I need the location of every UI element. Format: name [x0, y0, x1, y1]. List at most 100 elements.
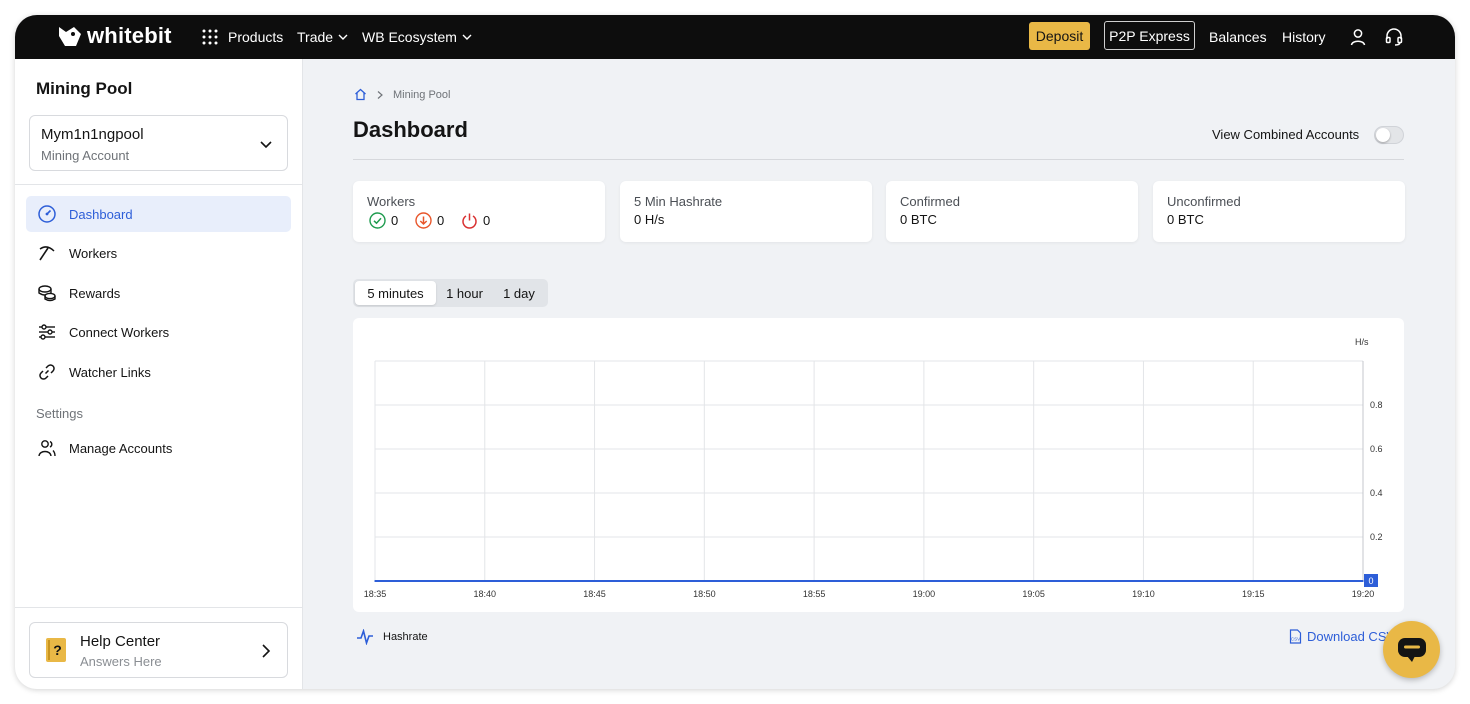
chevron-down-icon: [260, 141, 272, 149]
sidebar-item-label: Watcher Links: [69, 364, 151, 380]
y-tick-label: 0.2: [1370, 532, 1383, 542]
top-navigation-bar: whitebit Products Trade WB Ecosystem Dep…: [15, 15, 1455, 59]
download-csv-link[interactable]: CSV Download CSV: [1289, 629, 1395, 644]
logo-icon: [59, 27, 81, 46]
last-value-label: 0: [1368, 576, 1373, 586]
help-book-icon: ?: [46, 638, 66, 662]
link-icon: [36, 361, 58, 383]
check-circle-icon: [369, 212, 386, 229]
sidebar-item-label: Connect Workers: [69, 324, 170, 340]
activity-icon: [357, 629, 373, 645]
online-workers-stat: 0: [369, 212, 398, 229]
sidebar-item-watcher-links[interactable]: Watcher Links: [26, 354, 291, 390]
data-point: [703, 580, 706, 582]
sidebar-title: Mining Pool: [36, 79, 133, 98]
unconfirmed-card-value: 0 BTC: [1167, 212, 1204, 227]
home-icon[interactable]: [354, 88, 367, 101]
hashrate-card-label: 5 Min Hashrate: [634, 194, 723, 209]
svg-text:?: ?: [53, 642, 62, 658]
wb-ecosystem-label: WB Ecosystem: [362, 29, 457, 45]
trade-label: Trade: [297, 29, 334, 45]
y-tick-label: 0.6: [1370, 444, 1383, 454]
data-point: [923, 580, 925, 582]
p2p-express-button[interactable]: P2P Express: [1104, 21, 1195, 50]
products-menu[interactable]: Products: [202, 15, 283, 59]
combined-accounts-label: View Combined Accounts: [1212, 127, 1360, 142]
confirmed-card-label: Confirmed: [900, 194, 960, 209]
account-button[interactable]: [1349, 15, 1367, 59]
account-type: Mining Account: [41, 148, 130, 163]
download-csv-label: Download CSV: [1307, 629, 1396, 644]
products-label: Products: [228, 29, 284, 45]
sidebar-item-workers[interactable]: Workers: [26, 235, 291, 271]
coins-icon: [36, 282, 58, 304]
confirmed-card-value: 0 BTC: [900, 212, 937, 227]
account-selector[interactable]: Mym1n1ngpool Mining Account: [29, 115, 288, 171]
whitebit-logo[interactable]: whitebit: [57, 23, 172, 49]
sidebar-item-connect-workers[interactable]: Connect Workers: [26, 314, 291, 350]
x-tick-label: 19:15: [1242, 589, 1265, 599]
sidebar-item-label: Dashboard: [69, 206, 133, 222]
tab-1-day[interactable]: 1 day: [494, 281, 544, 305]
unconfirmed-card: Unconfirmed 0 BTC: [1153, 181, 1405, 242]
wb-ecosystem-menu[interactable]: WB Ecosystem: [362, 15, 472, 59]
chat-support-button[interactable]: [1383, 621, 1440, 678]
y-tick-label: 0.4: [1370, 488, 1383, 498]
sliders-icon: [36, 321, 58, 343]
sidebar-item-dashboard[interactable]: Dashboard: [26, 196, 291, 232]
y-tick-label: 0.8: [1370, 400, 1383, 410]
hashrate-chart-card: 18:35 18:40 18:45 18:50 18:55 19:00 19:05 19:10…: [353, 318, 1404, 612]
main-content: Mining Pool Dashboard View Combined Acco…: [304, 59, 1455, 689]
deposit-button[interactable]: Deposit: [1029, 22, 1090, 50]
data-point: [1032, 580, 1035, 582]
hashrate-card-value: 0 H/s: [634, 212, 665, 227]
account-name: Mym1n1ngpool: [41, 126, 144, 143]
x-tick-label: 19:05: [1022, 589, 1045, 599]
page-title: Dashboard: [353, 117, 468, 142]
headset-icon: [1385, 28, 1403, 46]
data-point: [593, 580, 596, 582]
unconfirmed-card-label: Unconfirmed: [1167, 194, 1241, 209]
sidebar-item-label: Rewards: [69, 285, 121, 301]
x-tick-label: 18:55: [803, 589, 826, 599]
x-tick-label: 18:35: [364, 589, 387, 599]
data-point: [1362, 580, 1364, 582]
tab-1-hour[interactable]: 1 hour: [439, 281, 490, 305]
svg-text:CSV: CSV: [1291, 637, 1300, 642]
chart-legend: Hashrate: [356, 629, 428, 645]
combined-accounts-toggle[interactable]: [1374, 126, 1404, 144]
data-point: [374, 580, 376, 582]
help-center-card[interactable]: ? Help Center Answers Here: [29, 622, 288, 678]
divider: [353, 159, 1404, 160]
y-axis-label: H/s: [1355, 337, 1369, 347]
breadcrumb-item[interactable]: Mining Pool: [393, 89, 450, 101]
breadcrumb: Mining Pool: [354, 88, 450, 101]
x-tick-label: 18:40: [474, 589, 497, 599]
settings-section-label: Settings: [36, 406, 83, 421]
gauge-icon: [36, 203, 58, 225]
tab-5-minutes[interactable]: 5 minutes: [355, 281, 436, 305]
trade-menu[interactable]: Trade: [297, 15, 348, 59]
dead-workers-count: 0: [483, 213, 491, 228]
support-button[interactable]: [1384, 15, 1404, 59]
help-center-title: Help Center: [80, 633, 161, 650]
sidebar-item-label: Workers: [69, 245, 118, 261]
sidebar-item-label: Manage Accounts: [69, 440, 173, 456]
history-link[interactable]: History: [1282, 15, 1326, 59]
pickaxe-icon: [36, 242, 58, 264]
x-tick-label: 19:20: [1352, 589, 1375, 599]
online-workers-count: 0: [391, 213, 399, 228]
chevron-right-icon: [262, 644, 271, 658]
data-point: [813, 580, 815, 582]
chat-bubble-icon: [1397, 637, 1426, 662]
x-tick-label: 19:10: [1132, 589, 1155, 599]
balances-link[interactable]: Balances: [1209, 15, 1267, 59]
sidebar-item-manage-accounts[interactable]: Manage Accounts: [26, 430, 291, 466]
offline-workers-stat: 0: [415, 212, 444, 229]
data-point: [1142, 580, 1145, 582]
offline-workers-count: 0: [437, 213, 445, 228]
sidebar-item-rewards[interactable]: Rewards: [26, 275, 291, 311]
data-point: [1252, 580, 1255, 582]
workers-card: Workers 0 0 0: [353, 181, 605, 242]
hashrate-card: 5 Min Hashrate 0 H/s: [620, 181, 872, 242]
